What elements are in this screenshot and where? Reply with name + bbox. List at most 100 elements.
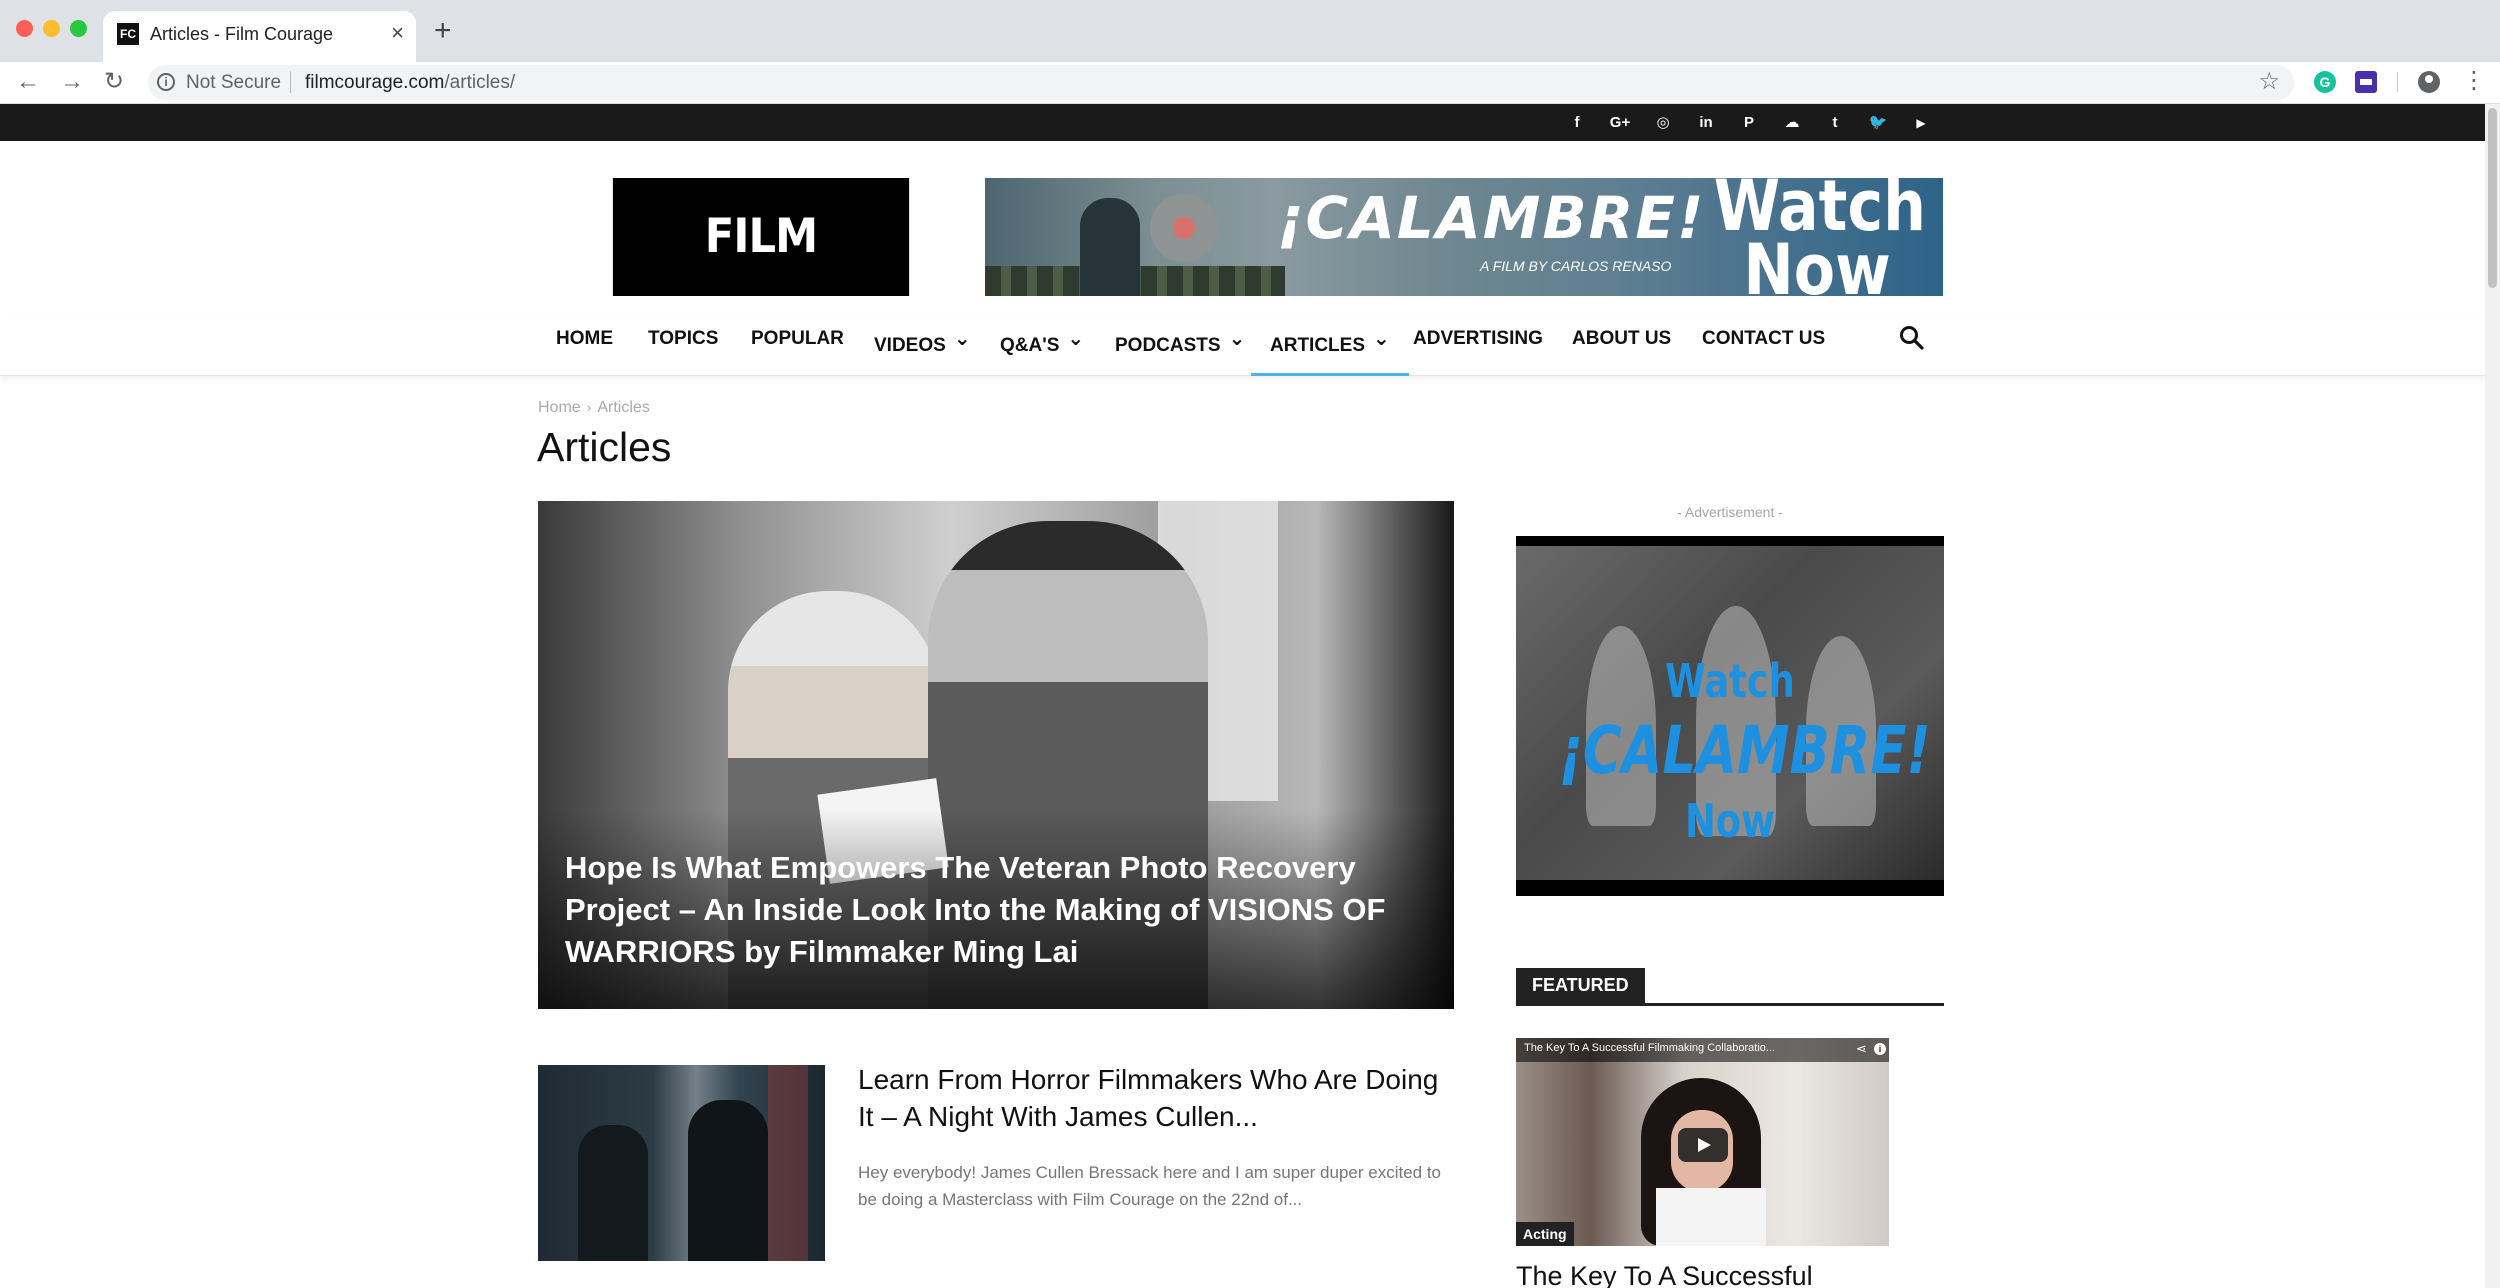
play-button-icon[interactable]	[1678, 1128, 1728, 1162]
nav-item-label: POPULAR	[751, 328, 844, 349]
featured-article-title[interactable]: The Key To A Successful	[1516, 1258, 1944, 1288]
thumbnail-person	[688, 1100, 768, 1261]
browser-tab-bar: FC Articles - Film Courage × +	[0, 0, 2500, 62]
nav-item-label: HOME	[556, 328, 613, 349]
nav-item-podcasts[interactable]: PODCASTS ⌄	[1115, 314, 1245, 376]
category-badge[interactable]: Acting	[1516, 1222, 1574, 1246]
banner-person	[1080, 198, 1140, 296]
url-separator	[290, 71, 291, 93]
social-top-bar: f G+ ◎ in P ☁ t 🐦 ▶	[0, 104, 2485, 141]
video-person-shirt	[1656, 1188, 1766, 1246]
browser-menu-icon[interactable]: ⋮	[2462, 66, 2486, 96]
ad-text-line: Watch	[1665, 654, 1795, 708]
nav-item-label: ADVERTISING	[1413, 328, 1543, 349]
bookmark-star-icon[interactable]: ☆	[2258, 67, 2280, 96]
header-banner-ad[interactable]: ¡CALAMBRE! A FILM BY CARLOS RENASO Watch…	[985, 178, 1943, 296]
info-icon[interactable]: i	[157, 73, 175, 91]
nav-item-label: CONTACT US	[1702, 328, 1826, 349]
facebook-icon[interactable]: f	[1563, 112, 1591, 134]
ad-text: Watch ¡CALAMBRE! Now	[1558, 646, 1931, 856]
breadcrumb-current: Articles	[597, 399, 650, 416]
reload-icon[interactable]: ↻	[104, 66, 124, 98]
pinterest-icon[interactable]: P	[1735, 112, 1763, 134]
address-bar[interactable]: i Not Secure filmcourage.com/articles/ ☆	[148, 65, 2294, 100]
video-title[interactable]: The Key To A Successful Filmmaking Colla…	[1524, 1042, 1775, 1054]
breadcrumb-separator-icon: ›	[586, 399, 592, 415]
url-text[interactable]: filmcourage.com/articles/	[305, 72, 515, 94]
profile-avatar-icon[interactable]	[2418, 71, 2440, 93]
article-thumbnail[interactable]	[538, 1065, 825, 1261]
nav-item-label: TOPICS	[648, 328, 719, 349]
url-domain: filmcourage.com	[305, 72, 445, 93]
film-courage-favicon-icon: FC	[117, 23, 139, 45]
nav-item-contact-us[interactable]: CONTACT US	[1702, 314, 1825, 376]
twitter-icon[interactable]: 🐦	[1864, 112, 1892, 134]
window-zoom-button[interactable]	[70, 20, 87, 37]
nav-item-topics[interactable]: TOPICS	[648, 314, 718, 376]
chevron-down-icon: ⌄	[1228, 328, 1246, 350]
article-title[interactable]: Learn From Horror Filmmakers Who Are Doi…	[858, 1061, 1454, 1135]
nav-item-advertising[interactable]: ADVERTISING	[1413, 314, 1543, 376]
new-tab-plus-icon[interactable]: +	[434, 14, 452, 48]
chevron-down-icon: ⌄	[953, 328, 971, 350]
browser-tab[interactable]: FC Articles - Film Courage ×	[103, 11, 416, 62]
chevron-down-icon: ⌄	[1373, 328, 1390, 350]
linkedin-icon[interactable]: in	[1692, 112, 1720, 134]
ad-text-line: ¡CALAMBRE!	[1558, 712, 1931, 789]
hero-article[interactable]: Hope Is What Empowers The Veteran Photo …	[538, 501, 1454, 1009]
page-scrollbar[interactable]	[2485, 104, 2500, 1288]
sidebar-advertisement[interactable]: Watch ¡CALAMBRE! Now	[1516, 536, 1944, 896]
nav-item-videos[interactable]: VIDEOS ⌄	[874, 314, 971, 376]
tab-title: Articles - Film Courage	[150, 24, 334, 44]
back-arrow-icon[interactable]: ←	[16, 66, 40, 98]
window-minimize-button[interactable]	[43, 20, 60, 37]
security-label[interactable]: Not Secure	[186, 72, 281, 94]
share-icon[interactable]: ⋖	[1856, 1041, 1867, 1057]
soundcloud-icon[interactable]: ☁	[1778, 112, 1806, 134]
hero-title[interactable]: Hope Is What Empowers The Veteran Photo …	[565, 847, 1395, 973]
banner-title: ¡CALAMBRE!	[1277, 184, 1706, 252]
nav-item-label: VIDEOS	[874, 335, 946, 356]
scrollbar-thumb[interactable]	[2488, 108, 2497, 288]
nav-item-home[interactable]: HOME	[556, 314, 613, 376]
article-list-item: Learn From Horror Filmmakers Who Are Doi…	[538, 1061, 1454, 1261]
nav-item-label: ARTICLES	[1270, 335, 1365, 356]
browser-toolbar: ← → ↻ i Not Secure filmcourage.com/artic…	[0, 62, 2500, 104]
chevron-down-icon: ⌄	[1067, 328, 1085, 350]
featured-section-header: FEATURED	[1516, 962, 1944, 1006]
nav-item-popular[interactable]: POPULAR	[751, 314, 844, 376]
thumbnail-person	[578, 1125, 648, 1261]
video-title-bar: The Key To A Successful Filmmaking Colla…	[1516, 1038, 1889, 1062]
main-navigation: HOME TOPICS POPULAR VIDEOS ⌄ Q&A'S ⌄ PODCASTS ⌄ A…	[0, 314, 2485, 376]
grammarly-extension-icon[interactable]: G	[2314, 71, 2336, 93]
window-close-button[interactable]	[16, 20, 33, 37]
breadcrumb-home-link[interactable]: Home	[538, 399, 581, 416]
google-plus-icon[interactable]: G+	[1606, 112, 1634, 134]
extension-icon[interactable]	[2355, 71, 2377, 93]
page-title: Articles	[537, 424, 672, 470]
youtube-icon[interactable]: ▶	[1907, 112, 1935, 134]
article-excerpt: Hey everybody! James Cullen Bressack her…	[858, 1163, 1442, 1209]
nav-item-label: Q&A'S	[1000, 335, 1060, 356]
nav-item-label: PODCASTS	[1115, 335, 1221, 356]
search-icon[interactable]	[1898, 324, 1926, 352]
forward-arrow-icon[interactable]: →	[60, 66, 84, 98]
banner-disc	[1150, 194, 1218, 262]
banner-subtitle: A FILM BY CARLOS RENASO	[1480, 258, 1672, 274]
thumbnail-light	[768, 1065, 808, 1261]
tab-close-icon[interactable]: ×	[391, 21, 404, 45]
nav-item-q-a-s[interactable]: Q&A'S ⌄	[1000, 314, 1084, 376]
instagram-icon[interactable]: ◎	[1649, 112, 1677, 134]
url-path: /articles/	[444, 72, 516, 93]
tumblr-icon[interactable]: t	[1821, 112, 1849, 134]
page-viewport: f G+ ◎ in P ☁ t 🐦 ▶ FILM COURAGE ¡CALAMBRE! A FI…	[0, 104, 2485, 1288]
site-logo[interactable]: FILM COURAGE	[612, 178, 910, 382]
featured-video-thumbnail[interactable]: The Key To A Successful Filmmaking Colla…	[1516, 1038, 1889, 1246]
banner-cta: Watch Now	[1713, 178, 1927, 296]
nav-item-label: ABOUT US	[1572, 328, 1672, 349]
info-icon[interactable]: i	[1874, 1043, 1886, 1055]
ad-text-line: Now	[1684, 794, 1776, 848]
nav-item-articles[interactable]: ARTICLES ⌄	[1251, 314, 1409, 376]
nav-item-about-us[interactable]: ABOUT US	[1572, 314, 1671, 376]
toolbar-separator	[2397, 72, 2398, 92]
